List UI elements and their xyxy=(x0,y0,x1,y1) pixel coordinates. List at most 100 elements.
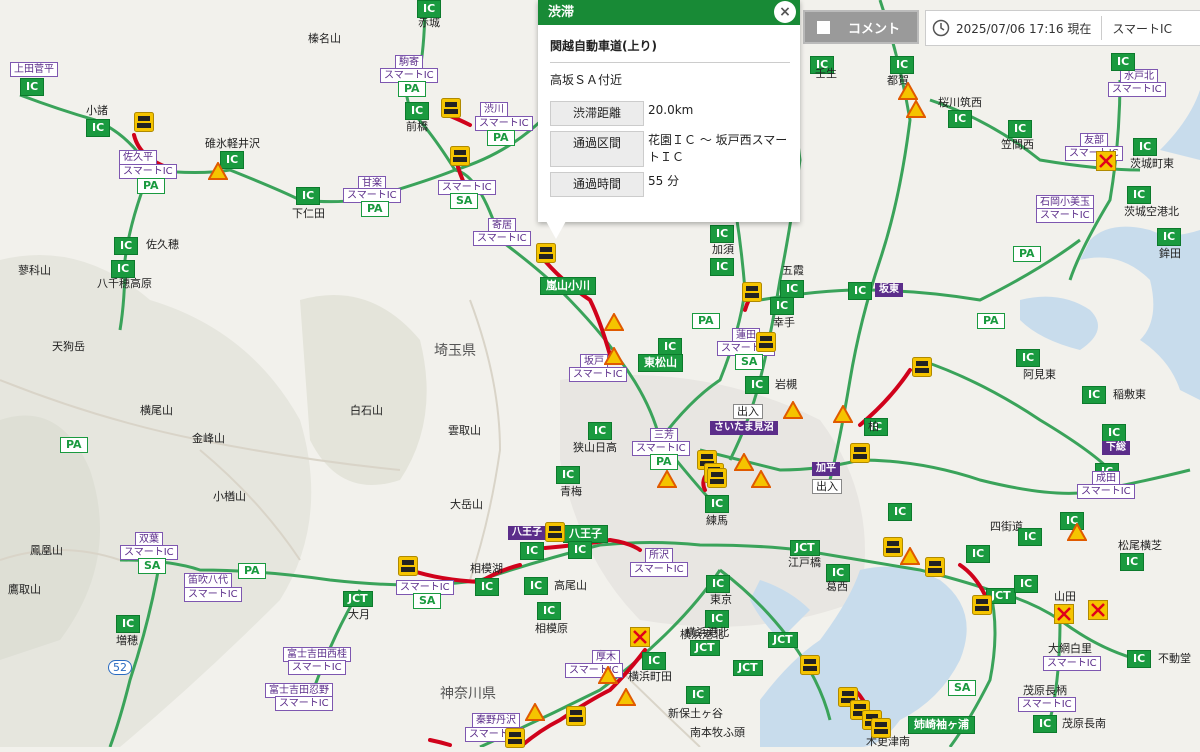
ic-name-label[interactable]: 五霞 xyxy=(782,264,804,277)
ic-badge[interactable]: IC xyxy=(1111,53,1136,71)
warning-triangle-icon[interactable] xyxy=(905,98,927,122)
ic-badge[interactable]: IC xyxy=(1033,715,1058,733)
sa-badge[interactable]: SA xyxy=(413,593,442,609)
ic-name-label[interactable]: 練馬 xyxy=(706,514,728,527)
warning-triangle-icon[interactable] xyxy=(1066,521,1088,545)
ic-badge[interactable]: IC xyxy=(556,466,581,484)
warning-triangle-icon[interactable] xyxy=(656,468,678,492)
jam-car-icon[interactable] xyxy=(756,332,776,356)
pa-badge[interactable]: PA xyxy=(398,81,426,97)
ic-name-label[interactable]: 葛西 xyxy=(826,580,848,593)
jct-badge[interactable]: JCT xyxy=(768,632,798,648)
jam-car-icon[interactable] xyxy=(398,556,418,580)
smart-ic-label[interactable]: スマートIC xyxy=(1036,208,1094,223)
jam-car-icon[interactable] xyxy=(450,146,470,170)
closed-x-icon[interactable] xyxy=(1088,600,1108,624)
warning-triangle-icon[interactable] xyxy=(832,403,854,427)
ic-badge[interactable]: IC xyxy=(520,542,545,560)
ic-name-label[interactable]: 青梅 xyxy=(560,485,582,498)
smart-ic-label[interactable]: スマートIC xyxy=(1077,484,1135,499)
ic-name-label[interactable]: 上田菅平 xyxy=(10,62,58,77)
warning-triangle-icon[interactable] xyxy=(899,545,921,569)
ic-badge[interactable]: IC xyxy=(1018,528,1043,546)
ic-name-label[interactable]: 大網白里 xyxy=(1048,642,1092,655)
ic-name-label[interactable]: 狭山日高 xyxy=(573,441,617,454)
ic-name-label[interactable]: 茂原長柄 xyxy=(1023,684,1067,697)
jct-badge[interactable]: JCT xyxy=(733,660,763,676)
ic-name-label[interactable]: 不動堂 xyxy=(1158,652,1191,665)
ic-name-label[interactable]: 増穂 xyxy=(116,634,138,647)
ic-badge[interactable]: IC xyxy=(710,225,735,243)
ic-badge[interactable]: IC xyxy=(417,0,442,18)
closed-x-icon[interactable] xyxy=(630,627,650,651)
ic-name-label[interactable]: 笠間西 xyxy=(1001,138,1034,151)
warning-triangle-icon[interactable] xyxy=(603,345,625,369)
ic-badge[interactable]: IC xyxy=(20,78,45,96)
warning-triangle-icon[interactable] xyxy=(750,468,772,492)
ic-name-label[interactable]: 岩槻 xyxy=(775,378,797,391)
ic-name-label[interactable]: 茨城町東 xyxy=(1130,157,1174,170)
ic-name-label[interactable]: 大月 xyxy=(348,608,370,621)
ic-badge[interactable]: IC xyxy=(116,615,141,633)
smart-ic-label[interactable]: スマートIC xyxy=(569,367,627,382)
jam-car-icon[interactable] xyxy=(536,243,556,267)
ic-badge[interactable]: IC xyxy=(745,376,770,394)
ic-name-label[interactable]: 相模湖 xyxy=(470,562,503,575)
close-icon[interactable]: × xyxy=(774,1,796,23)
ic-name-label[interactable]: 幸手 xyxy=(773,316,795,329)
pa-badge[interactable]: PA xyxy=(977,313,1005,329)
jam-car-icon[interactable] xyxy=(925,557,945,581)
jam-car-icon[interactable] xyxy=(441,98,461,122)
ic-badge[interactable]: IC xyxy=(1008,120,1033,138)
ic-badge[interactable]: IC xyxy=(405,102,430,120)
sa-badge[interactable]: SA xyxy=(735,354,764,370)
ic-name-label[interactable]: 碓氷軽井沢 xyxy=(205,137,260,150)
ic-name-label[interactable]: さいたま見沼 xyxy=(710,421,778,435)
jam-car-icon[interactable] xyxy=(134,112,154,136)
ic-name-label[interactable]: 新保土ヶ谷 xyxy=(668,707,723,720)
ic-name-label[interactable]: 佐久穂 xyxy=(146,238,179,251)
ic-badge[interactable]: IC xyxy=(537,602,562,620)
smart-ic-legend[interactable]: スマートIC xyxy=(1112,20,1172,37)
ic-name-label[interactable]: 秦野丹沢 xyxy=(472,713,520,728)
warning-triangle-icon[interactable] xyxy=(597,664,619,688)
ic-name-label[interactable]: 阿見東 xyxy=(1023,368,1056,381)
ic-name-label[interactable]: 加須 xyxy=(712,243,734,256)
jam-car-icon[interactable] xyxy=(707,468,727,492)
smart-ic-label[interactable]: スマートIC xyxy=(275,696,333,711)
ic-badge[interactable]: IC xyxy=(111,260,136,278)
ic-name-label[interactable]: 東京 xyxy=(710,593,732,606)
ic-badge[interactable]: IC xyxy=(710,258,735,276)
ic-name-label[interactable]: 稲敷東 xyxy=(1113,388,1146,401)
ic-name-label[interactable]: 山田 xyxy=(1054,590,1076,603)
warning-triangle-icon[interactable] xyxy=(782,399,804,423)
ic-badge[interactable]: IC xyxy=(1157,228,1182,246)
warning-triangle-icon[interactable] xyxy=(603,311,625,335)
ic-badge[interactable]: IC xyxy=(1120,553,1145,571)
ic-name-label[interactable]: 加平 xyxy=(812,462,840,476)
ic-badge[interactable]: IC xyxy=(705,495,730,513)
ic-badge[interactable]: IC xyxy=(770,297,795,315)
pa-badge[interactable]: PA xyxy=(650,454,678,470)
closed-x-icon[interactable] xyxy=(1096,151,1116,175)
ic-name-label[interactable]: 桜川筑西 xyxy=(938,96,982,109)
ic-name-label[interactable]: 八千穂高原 xyxy=(97,277,152,290)
jam-car-icon[interactable] xyxy=(545,522,565,546)
ic-badge[interactable]: IC xyxy=(888,503,913,521)
smart-ic-label[interactable]: スマートIC xyxy=(119,164,177,179)
ic-badge[interactable]: 東松山 xyxy=(638,354,683,372)
pa-badge[interactable]: PA xyxy=(137,178,165,194)
smart-ic-label[interactable]: スマートIC xyxy=(184,587,242,602)
ic-badge[interactable]: IC xyxy=(780,280,805,298)
ic-badge[interactable]: IC xyxy=(1016,349,1041,367)
ic-badge[interactable]: IC xyxy=(86,119,111,137)
ic-badge[interactable]: IC xyxy=(948,110,973,128)
ic-badge[interactable]: IC xyxy=(706,575,731,593)
warning-triangle-icon[interactable] xyxy=(524,701,546,725)
smart-ic-label[interactable]: スマートIC xyxy=(1108,82,1166,97)
sa-badge[interactable]: SA xyxy=(948,680,977,696)
ic-name-label[interactable]: 柏 xyxy=(868,420,879,433)
ic-name-label[interactable]: 相模原 xyxy=(535,622,568,635)
jct-badge[interactable]: JCT xyxy=(790,540,820,556)
comment-toggle-button[interactable]: コメント xyxy=(803,10,919,44)
